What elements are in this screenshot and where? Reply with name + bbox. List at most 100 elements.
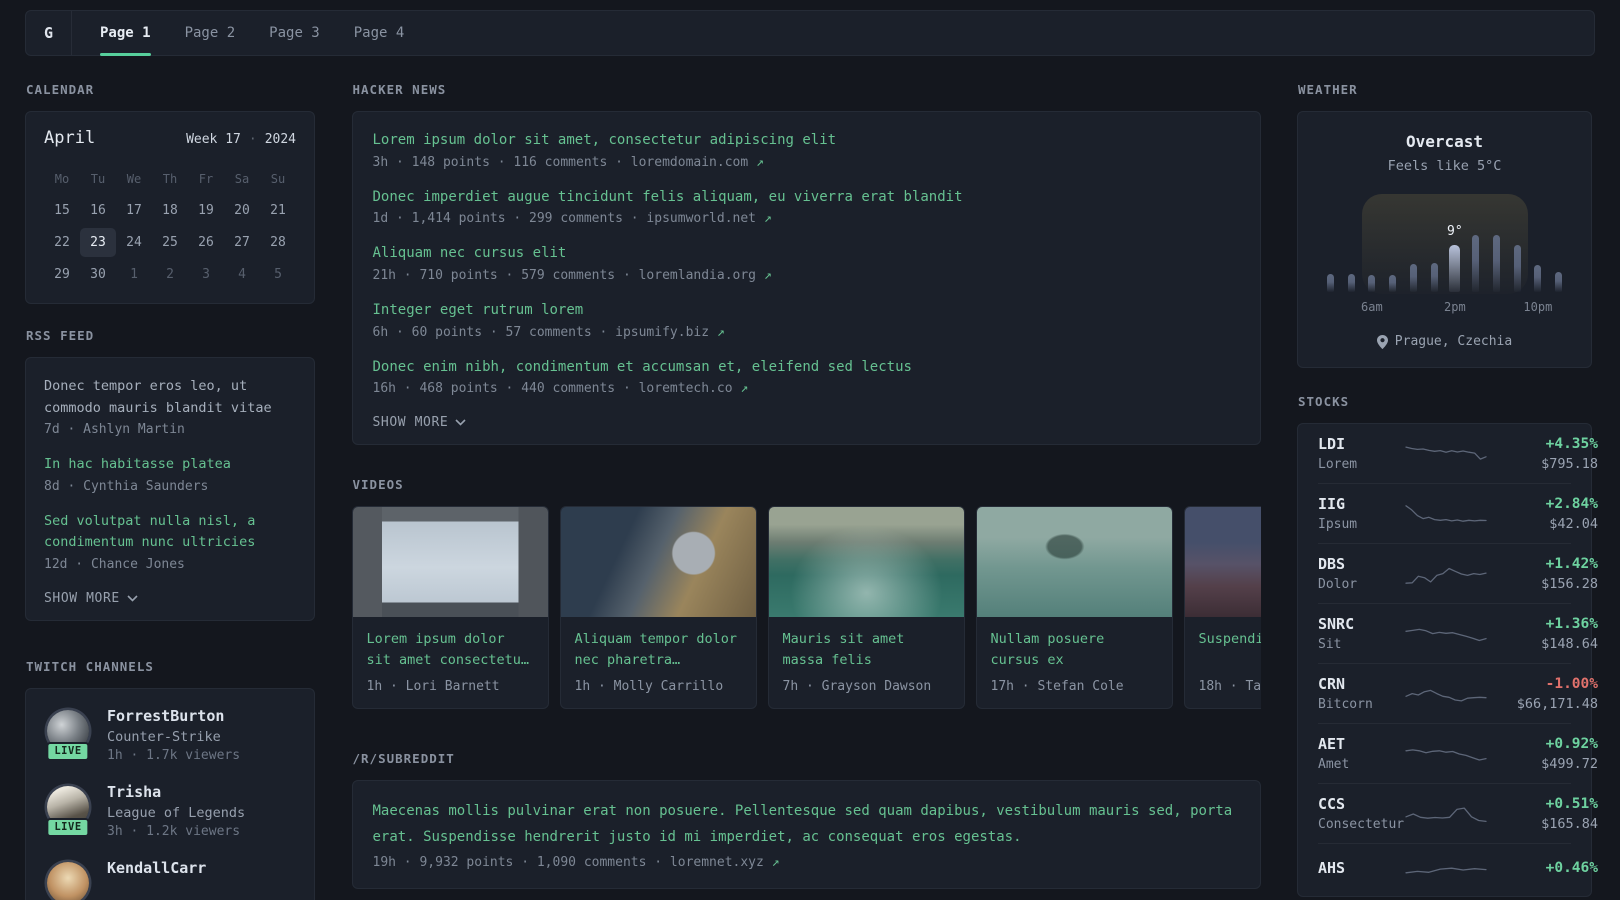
video-thumbnail [976,507,1172,618]
weather-bar [1555,272,1563,292]
video-card[interactable]: Mauris sit amet massa felis 7h · Grayson… [767,506,965,710]
hackernews-item-title[interactable]: Integer eget rutrum lorem [373,300,1240,322]
video-meta: 1h · Lori Barnett [366,679,500,695]
video-card[interactable]: Nullam posuere cursus ex 17h · Stefan Co… [975,506,1173,710]
stock-change: -1.00% [1545,675,1598,692]
rss-list: Donec tempor eros leo, ut commodo mauris… [44,376,296,572]
hackernews-item-title[interactable]: Donec imperdiet augue tincidunt felis al… [373,187,1240,209]
content: CALENDAR April Week 17 · 2024 Mo Tu We Th Fr… [0,56,1620,900]
stock-name: Ipsum [1318,517,1358,532]
stock-row[interactable]: AET Amet +0.92% $499.72 [1318,723,1598,783]
external-link-icon[interactable]: ↗ [717,325,725,340]
stock-row[interactable]: DBS Dolor +1.42% $156.28 [1318,543,1598,603]
hackernews-item-title[interactable]: Lorem ipsum dolor sit amet, consectetur … [373,130,1240,152]
stock-row[interactable]: CCS Consectetur +0.51% $165.84 [1318,783,1598,843]
video-card[interactable]: Aliquam tempor dolor nec pharetra… 1h · … [559,506,757,710]
video-card-body: Lorem ipsum dolor sit amet consectetu… 1… [353,617,548,708]
stock-change: +0.92% [1545,735,1598,752]
stock-row[interactable]: LDI Lorem +4.35% $795.18 [1318,424,1598,483]
left-column: CALENDAR April Week 17 · 2024 Mo Tu We Th Fr… [25,82,315,900]
video-title: Suspendisse diam [1198,631,1261,648]
weather-bar-slot [1403,196,1424,292]
hackernews-list: Lorem ipsum dolor sit amet, consectetur … [373,130,1240,396]
stocks-section-label: STOCKS [1298,394,1350,409]
twitch-channel-row[interactable]: LIVE Trisha League of Legends 3h · 1.2k … [44,783,296,839]
calendar-section: CALENDAR April Week 17 · 2024 Mo Tu We Th Fr… [25,82,315,304]
hackernews-show-more-button[interactable]: SHOW MORE [373,415,467,430]
calendar-year: 2024 [264,132,296,147]
stock-price: $66,171.48 [1516,695,1598,712]
page-tab[interactable]: Page 4 [354,11,405,55]
weather-bar-slot: 9° 2pm [1444,196,1466,314]
stock-price: $156.28 [1541,575,1598,592]
rss-item-title[interactable]: Donec tempor eros leo, ut commodo mauris… [44,376,296,419]
calendar-day-header: Su [270,172,286,186]
videos-section-label: VIDEOS [352,477,404,493]
rss-show-more-label: SHOW MORE [44,590,120,606]
avatar-wrap: LIVE [44,707,92,761]
external-link-icon[interactable]: ↗ [764,211,772,226]
stock-price: $148.64 [1541,635,1598,652]
page-tab[interactable]: Page 1 [100,11,151,56]
video-card-body: Aliquam tempor dolor nec pharetra… 1h · … [561,617,756,708]
stock-id: LDI Lorem [1318,435,1404,472]
weather-bar-slot [1424,196,1445,292]
rss-item-title[interactable]: Sed volutpat nulla nisl, a condimentum n… [44,511,296,554]
calendar-day-headers: Mo Tu We Th Fr Sa Su [44,166,296,192]
weather-temp-label: 9° [1447,224,1463,239]
external-link-icon[interactable]: ↗ [740,381,748,396]
twitch-channel-row[interactable]: LIVE KendallCarr [44,859,296,900]
weather-location-text: Prague, Czechia [1394,334,1513,349]
stock-price: $499.72 [1541,755,1598,772]
external-link-icon[interactable]: ↗ [756,155,764,170]
calendar-day-header: Th [162,172,178,186]
page-tab[interactable]: Page 3 [269,11,320,55]
avatar-wrap: LIVE [44,859,92,900]
twitch-channel-meta: 3h · 1.2k viewers [107,823,241,839]
app-logo[interactable]: G [26,11,72,55]
external-link-icon[interactable]: ↗ [764,268,772,283]
stock-symbol: AET [1318,735,1346,753]
stock-row[interactable]: CRN Bitcorn -1.00% $66,171.48 [1318,663,1598,723]
stock-symbol: IIG [1318,495,1346,513]
stock-price: $165.84 [1541,815,1598,832]
weather-location: Prague, Czechia [1318,334,1571,349]
weather-bar-slot [1507,196,1528,292]
hackernews-show-more-label: SHOW MORE [372,415,449,431]
topbar: G Page 1 Page 2 Page 3 Page 4 [25,10,1595,56]
weather-bar [1534,265,1542,292]
calendar-day: 2 [166,267,174,282]
twitch-list: LIVE ForrestBurton Counter-Strike 1h · 1… [44,707,296,900]
subreddit-post-title[interactable]: Maecenas mollis pulvinar erat non posuer… [373,799,1240,849]
stock-row[interactable]: AHS +0.46% [1318,843,1598,896]
stock-change: +1.42% [1545,555,1598,572]
weather-time-label: 6am [1361,300,1383,314]
stock-name: Amet [1318,757,1350,772]
twitch-channel-name: KendallCarr [107,858,207,877]
stock-id: IIG Ipsum [1318,495,1404,532]
hackernews-item-title[interactable]: Aliquam nec cursus elit [373,243,1240,265]
rss-section: RSS FEED Donec tempor eros leo, ut commo… [25,328,315,621]
video-card[interactable]: Suspendisse diam 18h · Tara [1183,506,1261,710]
external-link-icon[interactable]: ↗ [772,855,780,870]
weather-bar-slot [1465,196,1486,292]
twitch-widget: LIVE ForrestBurton Counter-Strike 1h · 1… [25,687,315,900]
rss-show-more-button[interactable]: SHOW MORE [44,591,138,606]
weather-section: WEATHER Overcast Feels like 5°C 6am 9° 2… [1297,82,1592,368]
calendar-day: 25 [162,235,178,250]
page-tab[interactable]: Page 2 [185,11,236,55]
video-card[interactable]: Lorem ipsum dolor sit amet consectetu… 1… [351,506,549,710]
stock-row[interactable]: SNRC Sit +1.36% $148.64 [1318,603,1598,663]
live-badge: LIVE [46,741,90,761]
stock-id: CCS Consectetur [1318,795,1404,832]
stock-row[interactable]: IIG Ipsum +2.84% $42.04 [1318,483,1598,543]
hackernews-item-title[interactable]: Donec enim nibh, condimentum et accumsan… [373,357,1240,379]
calendar-day: 19 [198,203,214,218]
twitch-channel-row[interactable]: LIVE ForrestBurton Counter-Strike 1h · 1… [44,707,296,763]
rss-item-title[interactable]: In hac habitasse platea [44,454,296,476]
stock-id: CRN Bitcorn [1318,675,1404,712]
video-title: Aliquam tempor dolor nec pharetra… [574,631,738,669]
stock-values: +0.51% $165.84 [1488,796,1598,832]
right-column: WEATHER Overcast Feels like 5°C 6am 9° 2… [1297,82,1598,900]
sparkline [1404,739,1488,769]
